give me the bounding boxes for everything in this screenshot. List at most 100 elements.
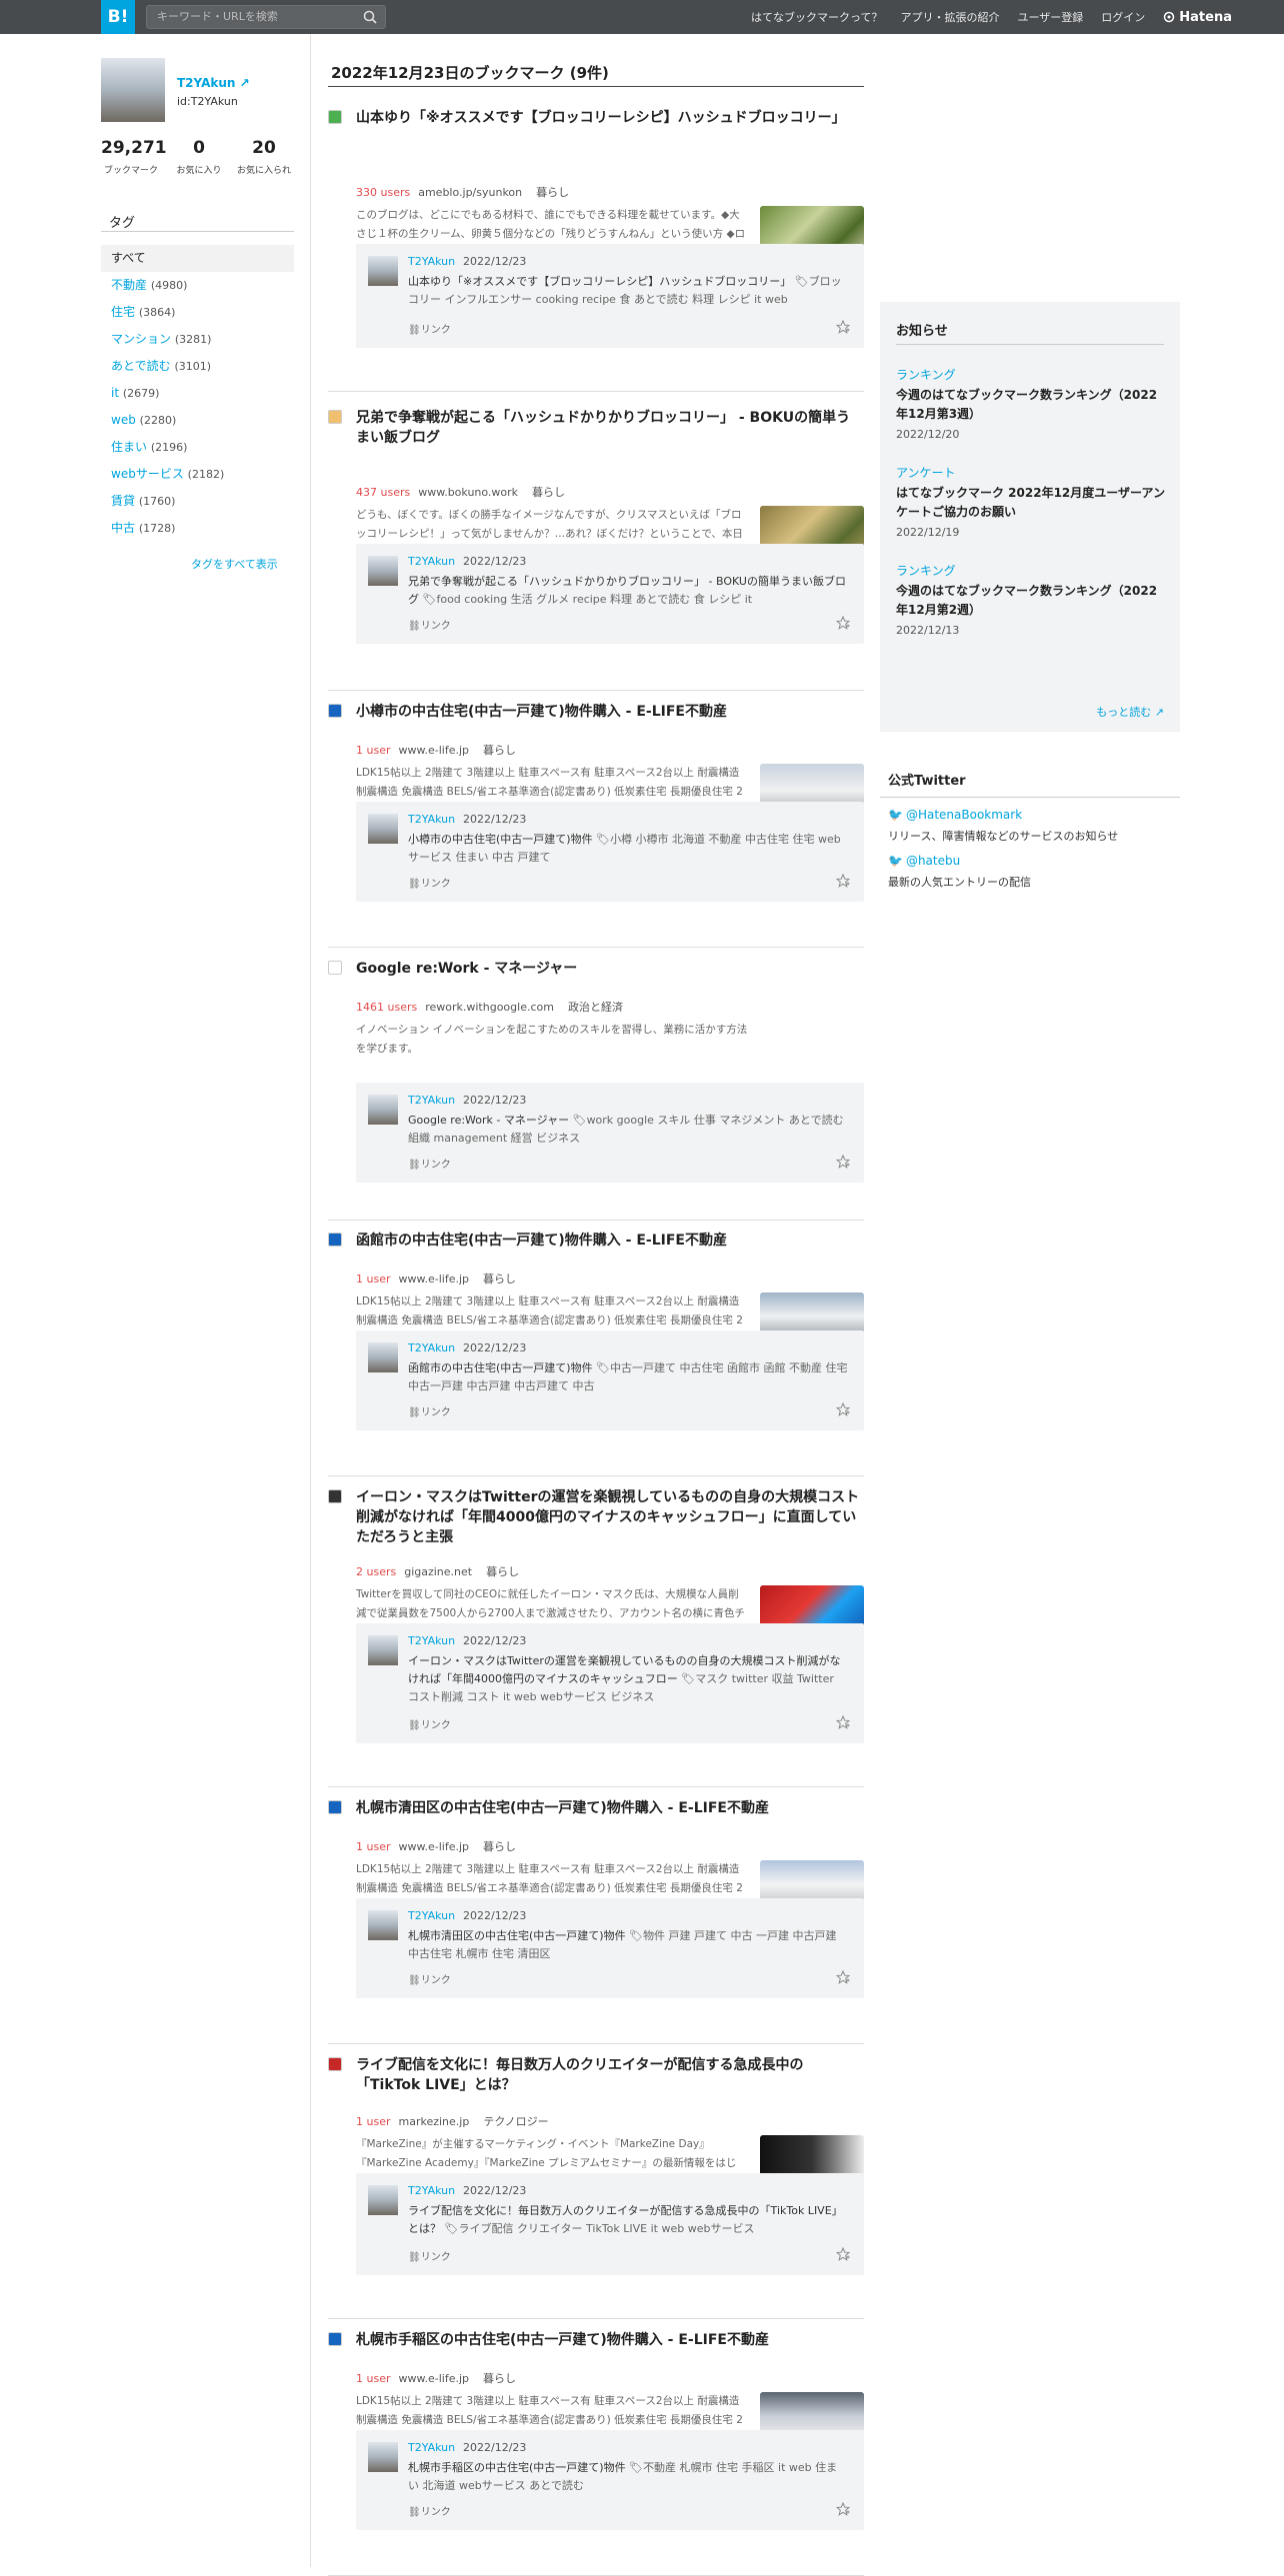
nav-apps[interactable]: アプリ・拡張の紹介: [901, 9, 1000, 25]
bookmark-tags[interactable]: ライブ配信 クリエイター TikTok LIVE it web webサービス: [458, 2222, 754, 2235]
bookmark-permalink[interactable]: ⛓リンク: [408, 1403, 451, 1418]
avatar[interactable]: [368, 1095, 398, 1125]
twitter-handle[interactable]: @HatenaBookmark: [906, 808, 1022, 822]
bookmark-user-link[interactable]: T2YAkun: [408, 1909, 455, 1922]
twitter-account[interactable]: 🐦 @hatebu 最新の人気エントリーの配信: [880, 854, 1180, 890]
tag-name[interactable]: 住宅: [111, 305, 135, 319]
entry-title-link[interactable]: 函館市の中古住宅(中古一戸建て)物件購入 - E-LIFE不動産: [356, 1231, 862, 1251]
entry-title-link[interactable]: 札幌市手稲区の中古住宅(中古一戸建て)物件購入 - E-LIFE不動産: [356, 2330, 862, 2350]
stat-bookmarks[interactable]: 29,271 ブックマーク: [101, 138, 167, 177]
nav-about[interactable]: はてなブックマークって？: [751, 9, 882, 25]
tag-name[interactable]: web: [111, 413, 136, 427]
profile-name[interactable]: T2YAkun ↗: [177, 76, 250, 90]
entry-title-link[interactable]: 兄弟で争奪戦が起こる「ハッシュドかりかりブロッコリー」 - BOKUの簡単うまい…: [356, 408, 862, 448]
avatar[interactable]: [101, 58, 165, 122]
entry-category-link[interactable]: 政治と経済: [568, 1001, 623, 1014]
tag-item[interactable]: 住宅 (3864): [101, 299, 294, 326]
entry-domain-link[interactable]: gigazine.net: [404, 1565, 472, 1578]
star-add-icon[interactable]: [836, 874, 850, 888]
entry-users-link[interactable]: 1 user: [356, 1273, 391, 1286]
show-all-tags-link[interactable]: タグをすべて表示: [191, 556, 278, 572]
bookmark-user-link[interactable]: T2YAkun: [408, 2184, 455, 2197]
star-add-icon[interactable]: [836, 1715, 850, 1729]
avatar[interactable]: [368, 256, 398, 286]
entry-users-link[interactable]: 2 users: [356, 1565, 396, 1578]
entry-category-link[interactable]: テクノロジー: [483, 2115, 548, 2128]
bookmark-permalink[interactable]: ⛓リンク: [408, 2503, 451, 2518]
entry-users-link[interactable]: 1 user: [356, 2372, 391, 2385]
twitter-handle[interactable]: @hatebu: [906, 854, 960, 868]
notice-type[interactable]: アンケート: [896, 464, 1166, 481]
entry-category-link[interactable]: 暮らし: [483, 1840, 516, 1853]
entry-category-link[interactable]: 暮らし: [536, 186, 569, 199]
avatar[interactable]: [368, 2185, 398, 2215]
bookmark-permalink[interactable]: ⛓リンク: [408, 875, 451, 890]
tag-item[interactable]: web (2280): [101, 407, 294, 434]
nav-register[interactable]: ユーザー登録: [1018, 9, 1084, 25]
entry-category-link[interactable]: 暮らし: [486, 1565, 519, 1578]
entry-domain-link[interactable]: ameblo.jp/syunkon: [418, 186, 522, 199]
entry-users-link[interactable]: 1 user: [356, 2115, 391, 2128]
entry-domain-link[interactable]: www.e-life.jp: [399, 1840, 470, 1853]
notice-title[interactable]: はてなブックマーク 2022年12月度ユーザーアンケートご協力のお願い: [896, 484, 1166, 522]
stat-favorited[interactable]: 20 お気に入られ: [234, 138, 294, 177]
bookmark-user-link[interactable]: T2YAkun: [408, 1634, 455, 1647]
entry-domain-link[interactable]: www.e-life.jp: [399, 744, 470, 757]
entry-title-link[interactable]: イーロン・マスクはTwitterの運営を楽観視しているものの自身の大規模コスト削…: [356, 1487, 862, 1547]
tag-name[interactable]: 不動産: [111, 278, 147, 292]
star-add-icon[interactable]: [836, 1402, 850, 1416]
entry-domain-link[interactable]: www.bokuno.work: [418, 486, 518, 499]
bookmark-permalink[interactable]: ⛓リンク: [408, 617, 451, 632]
notice-title[interactable]: 今週のはてなブックマーク数ランキング（2022年12月第2週）: [896, 582, 1166, 620]
tag-name[interactable]: 中古: [111, 521, 135, 535]
tag-item[interactable]: 住まい (2196): [101, 434, 294, 461]
star-add-icon[interactable]: [836, 616, 850, 630]
entry-users-link[interactable]: 1 user: [356, 1840, 391, 1853]
tag-item[interactable]: 不動産 (4980): [101, 272, 294, 299]
notice-type[interactable]: ランキング: [896, 366, 1166, 383]
entry-domain-link[interactable]: www.e-life.jp: [399, 1273, 470, 1286]
entry-users-link[interactable]: 1 user: [356, 744, 391, 757]
star-add-icon[interactable]: [836, 1970, 850, 1984]
notice-item[interactable]: ランキング 今週のはてなブックマーク数ランキング（2022年12月第2週） 2022…: [896, 562, 1166, 637]
avatar[interactable]: [368, 814, 398, 844]
entry-title-link[interactable]: Google re:Work - マネージャー: [356, 959, 862, 979]
entry-category-link[interactable]: 暮らし: [532, 486, 565, 499]
entry-users-link[interactable]: 1461 users: [356, 1001, 417, 1014]
twitter-account[interactable]: 🐦 @HatenaBookmark リリース、障害情報などのサービスのお知らせ: [880, 808, 1180, 844]
tag-item[interactable]: 中古 (1728): [101, 515, 294, 542]
bookmark-permalink[interactable]: ⛓リンク: [408, 321, 451, 336]
bookmark-tags[interactable]: food cooking 生活 グルメ recipe 料理 あとで読む 食 レシ…: [436, 593, 752, 606]
tag-item[interactable]: あとで読む (3101): [101, 353, 294, 380]
notice-type[interactable]: ランキング: [896, 562, 1166, 579]
entry-users-link[interactable]: 330 users: [356, 186, 410, 199]
notice-item[interactable]: ランキング 今週のはてなブックマーク数ランキング（2022年12月第3週） 2022…: [896, 366, 1166, 441]
bookmark-permalink[interactable]: ⛓リンク: [408, 1156, 451, 1171]
entry-title-link[interactable]: 小樽市の中古住宅(中古一戸建て)物件購入 - E-LIFE不動産: [356, 702, 862, 722]
tag-item[interactable]: マンション (3281): [101, 326, 294, 353]
star-add-icon[interactable]: [836, 320, 850, 334]
entry-domain-link[interactable]: markezine.jp: [399, 2115, 470, 2128]
entry-domain-link[interactable]: www.e-life.jp: [399, 2372, 470, 2385]
avatar[interactable]: [368, 556, 398, 586]
bookmark-user-link[interactable]: T2YAkun: [408, 255, 455, 268]
avatar[interactable]: [368, 1342, 398, 1372]
entry-users-link[interactable]: 437 users: [356, 486, 410, 499]
tag-name[interactable]: 住まい: [111, 440, 147, 454]
bookmark-user-link[interactable]: T2YAkun: [408, 813, 455, 826]
entry-category-link[interactable]: 暮らし: [483, 2372, 516, 2385]
bookmark-user-link[interactable]: T2YAkun: [408, 555, 455, 568]
entry-thumbnail[interactable]: [760, 1021, 864, 1081]
hatena-brand-link[interactable]: Hatena: [1163, 10, 1232, 25]
bookmark-user-link[interactable]: T2YAkun: [408, 1094, 455, 1107]
bookmark-permalink[interactable]: ⛓リンク: [408, 1716, 451, 1731]
notice-item[interactable]: アンケートはてなブックマーク 2022年12月度ユーザーアンケートご協力のお願い…: [896, 464, 1166, 539]
bookmark-user-link[interactable]: T2YAkun: [408, 1341, 455, 1354]
tag-name[interactable]: マンション: [111, 332, 171, 346]
star-add-icon[interactable]: [836, 2502, 850, 2516]
avatar[interactable]: [368, 1635, 398, 1665]
bookmark-permalink[interactable]: ⛓リンク: [408, 2248, 451, 2263]
star-add-icon[interactable]: [836, 1155, 850, 1169]
search-icon[interactable]: [362, 9, 378, 25]
star-add-icon[interactable]: [836, 2247, 850, 2261]
